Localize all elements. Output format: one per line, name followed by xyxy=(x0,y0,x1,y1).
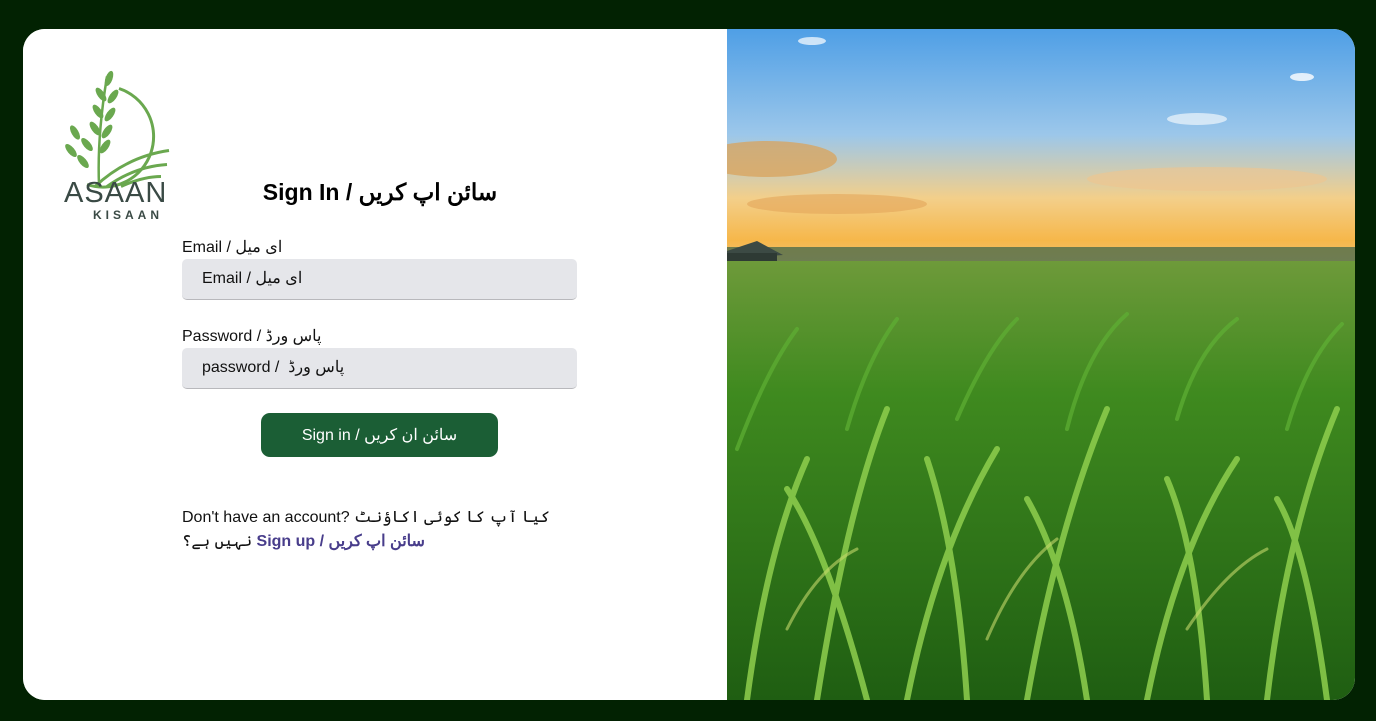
password-label: Password / پاس ورڈ xyxy=(182,328,322,345)
cornfield-sunset-image xyxy=(727,29,1355,700)
brand-tagline: KISAAN xyxy=(93,208,164,222)
sign-up-link[interactable]: Sign up / سائن اپ کریں xyxy=(257,533,425,550)
sign-in-button[interactable]: Sign in / سائن ان کریں xyxy=(261,413,498,457)
login-panel: ASAAN KISAAN Sign In / سائن اپ کریں Emai… xyxy=(23,29,727,700)
signup-prompt-line: Don't have an account? کیا آپ کا کوئی اک… xyxy=(182,506,582,554)
email-label: Email / ای میل xyxy=(182,239,283,256)
email-field[interactable] xyxy=(182,259,577,300)
login-card: ASAAN KISAAN Sign In / سائن اپ کریں Emai… xyxy=(23,29,1355,700)
page-title: Sign In / سائن اپ کریں xyxy=(262,179,498,205)
password-field[interactable] xyxy=(182,348,577,389)
